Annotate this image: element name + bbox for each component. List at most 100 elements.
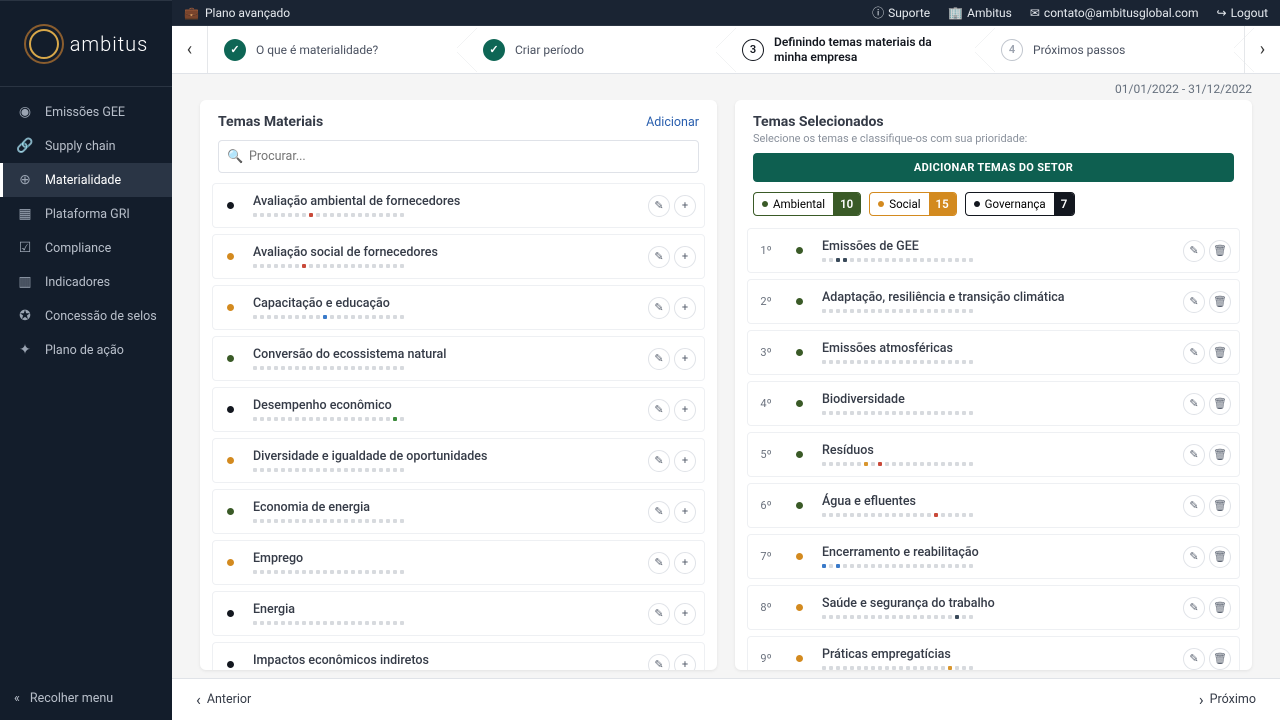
step-3[interactable]: 3Definindo temas materiais da minha empr… [726, 26, 985, 73]
edit-button[interactable]: ✎ [648, 603, 670, 625]
chevron-left-icon: ‹ [196, 690, 201, 709]
category-dot [221, 406, 239, 413]
add-button[interactable]: + [674, 246, 696, 268]
step-4[interactable]: 4Próximos passos [985, 26, 1244, 73]
category-dot [790, 349, 808, 356]
theme-name: Avaliação ambiental de fornecedores [253, 194, 634, 209]
nav-materialidade[interactable]: ⊕Materialidade [0, 163, 172, 197]
delete-button[interactable]: 🗑 [1209, 546, 1231, 568]
search-icon: 🔍 [227, 149, 243, 164]
next-button[interactable]: ›Próximo [1199, 690, 1256, 709]
add-button[interactable]: + [674, 195, 696, 217]
indicator-dots [822, 309, 1169, 313]
nav-gri[interactable]: ▦Plataforma GRI [0, 197, 172, 231]
delete-button[interactable]: 🗑 [1209, 240, 1231, 262]
category-dot [790, 451, 808, 458]
step-2[interactable]: ✓Criar período [467, 26, 726, 73]
support-link[interactable]: ⓘSuporte [872, 4, 930, 21]
plus-icon: + [682, 199, 688, 212]
category-tags: Ambiental10 Social15 Governança7 [735, 192, 1252, 228]
panel-themes: Temas Materiais Adicionar 🔍 Avaliação am… [200, 100, 717, 670]
add-button[interactable]: + [674, 603, 696, 625]
theme-row: Emprego ✎ + [212, 540, 705, 585]
category-dot [221, 559, 239, 566]
prev-button[interactable]: ‹Anterior [196, 690, 251, 709]
delete-button[interactable]: 🗑 [1209, 291, 1231, 313]
nav-emissoes[interactable]: ◉Emissões GEE [0, 95, 172, 129]
edit-button[interactable]: ✎ [1183, 546, 1205, 568]
delete-button[interactable]: 🗑 [1209, 393, 1231, 415]
indicator-dots [822, 462, 1169, 466]
add-sector-themes-button[interactable]: ADICIONAR TEMAS DO SETOR [753, 153, 1234, 182]
edit-button[interactable]: ✎ [1183, 495, 1205, 517]
selected-list: 1º Emissões de GEE ✎ 🗑 2º Adaptação, res… [735, 228, 1252, 670]
add-button[interactable]: + [674, 297, 696, 319]
email-link[interactable]: ✉contato@ambitusglobal.com [1030, 6, 1199, 20]
edit-button[interactable]: ✎ [648, 195, 670, 217]
edit-button[interactable]: ✎ [648, 297, 670, 319]
indicator-dots [822, 615, 1169, 619]
add-button[interactable]: + [674, 552, 696, 574]
theme-name: Biodiversidade [822, 392, 1169, 407]
theme-name: Avaliação social de fornecedores [253, 245, 634, 260]
edit-button[interactable]: ✎ [1183, 597, 1205, 619]
chart-icon: ▥ [17, 274, 33, 290]
edit-button[interactable]: ✎ [1183, 240, 1205, 262]
edit-button[interactable]: ✎ [648, 450, 670, 472]
logout-link[interactable]: ↪Logout [1217, 6, 1269, 20]
add-button[interactable]: + [674, 654, 696, 671]
trash-icon: 🗑 [1213, 397, 1227, 410]
edit-button[interactable]: ✎ [1183, 444, 1205, 466]
search-input[interactable] [218, 140, 699, 173]
add-button[interactable]: + [674, 501, 696, 523]
delete-button[interactable]: 🗑 [1209, 495, 1231, 517]
trash-icon: 🗑 [1213, 346, 1227, 359]
nav-selos[interactable]: ✪Concessão de selos [0, 299, 172, 333]
edit-button[interactable]: ✎ [1183, 393, 1205, 415]
chevron-left-icon: « [14, 691, 20, 706]
indicator-dots [822, 666, 1169, 670]
rank: 7º [756, 550, 776, 563]
tag-ambiental[interactable]: Ambiental10 [753, 192, 861, 216]
indicator-dots [253, 213, 634, 217]
add-button[interactable]: + [674, 450, 696, 472]
edit-button[interactable]: ✎ [648, 348, 670, 370]
theme-row: Capacitação e educação ✎ + [212, 285, 705, 330]
selected-row: 7º Encerramento e reabilitação ✎ 🗑 [747, 534, 1240, 579]
add-button[interactable]: + [674, 399, 696, 421]
help-icon: ⓘ [872, 4, 884, 21]
indicator-dots [253, 417, 634, 421]
collapse-menu[interactable]: «Recolher menu [0, 677, 172, 720]
nav-compliance[interactable]: ☑Compliance [0, 231, 172, 265]
theme-row: Economia de energia ✎ + [212, 489, 705, 534]
nav-plano[interactable]: ✦Plano de ação [0, 333, 172, 367]
add-button[interactable]: + [674, 348, 696, 370]
nav-supply[interactable]: 🔗Supply chain [0, 129, 172, 163]
edit-button[interactable]: ✎ [648, 246, 670, 268]
tag-governanca[interactable]: Governança7 [965, 192, 1076, 216]
edit-button[interactable]: ✎ [648, 501, 670, 523]
edit-button[interactable]: ✎ [648, 399, 670, 421]
check-icon: ✓ [483, 39, 505, 61]
add-theme-link[interactable]: Adicionar [646, 115, 699, 130]
selected-row: 6º Água e efluentes ✎ 🗑 [747, 483, 1240, 528]
tag-social[interactable]: Social15 [869, 192, 956, 216]
theme-row: Energia ✎ + [212, 591, 705, 636]
stepper-prev[interactable]: ‹ [172, 26, 208, 73]
category-dot [221, 202, 239, 209]
delete-button[interactable]: 🗑 [1209, 597, 1231, 619]
edit-button[interactable]: ✎ [1183, 342, 1205, 364]
delete-button[interactable]: 🗑 [1209, 648, 1231, 670]
nav-indicadores[interactable]: ▥Indicadores [0, 265, 172, 299]
edit-button[interactable]: ✎ [648, 552, 670, 574]
step-1[interactable]: ✓O que é materialidade? [208, 26, 467, 73]
plus-icon: + [682, 556, 688, 569]
edit-button[interactable]: ✎ [1183, 291, 1205, 313]
edit-button[interactable]: ✎ [648, 654, 670, 671]
brand-link[interactable]: 🏢Ambitus [948, 6, 1012, 20]
pencil-icon: ✎ [1189, 499, 1198, 512]
edit-button[interactable]: ✎ [1183, 648, 1205, 670]
delete-button[interactable]: 🗑 [1209, 342, 1231, 364]
delete-button[interactable]: 🗑 [1209, 444, 1231, 466]
trash-icon: 🗑 [1213, 448, 1227, 461]
